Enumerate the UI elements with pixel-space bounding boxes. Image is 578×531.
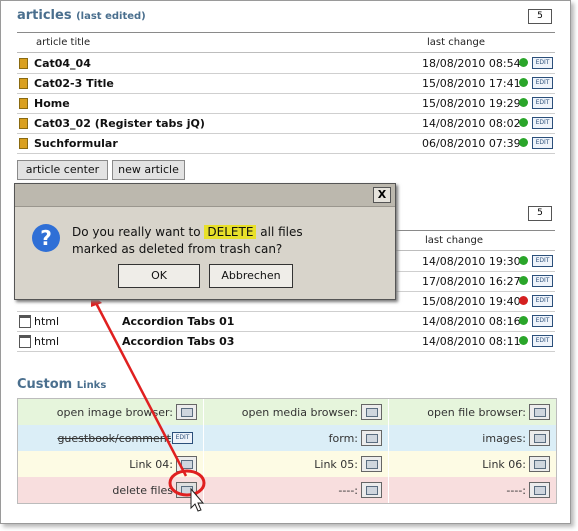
- close-button[interactable]: X: [373, 187, 391, 203]
- confirm-dialog: X ? Do you really want to DELETE all fil…: [14, 183, 396, 300]
- message-line2: marked as deleted from trash can?: [72, 242, 283, 256]
- annotation-circle: [168, 469, 206, 497]
- question-icon: ?: [32, 224, 60, 252]
- cancel-button[interactable]: Abbrechen: [209, 264, 293, 288]
- message-part: Do you really want to: [72, 225, 201, 239]
- annotation-arrow: [94, 302, 188, 477]
- main-window: articles (last edited) 5 article title l…: [0, 0, 571, 524]
- dialog-titlebar: X: [15, 184, 395, 207]
- dialog-message: Do you really want to DELETE all files m…: [72, 224, 303, 258]
- delete-highlight: DELETE: [204, 225, 257, 239]
- message-part: all files: [260, 225, 303, 239]
- ok-button[interactable]: OK: [118, 264, 200, 288]
